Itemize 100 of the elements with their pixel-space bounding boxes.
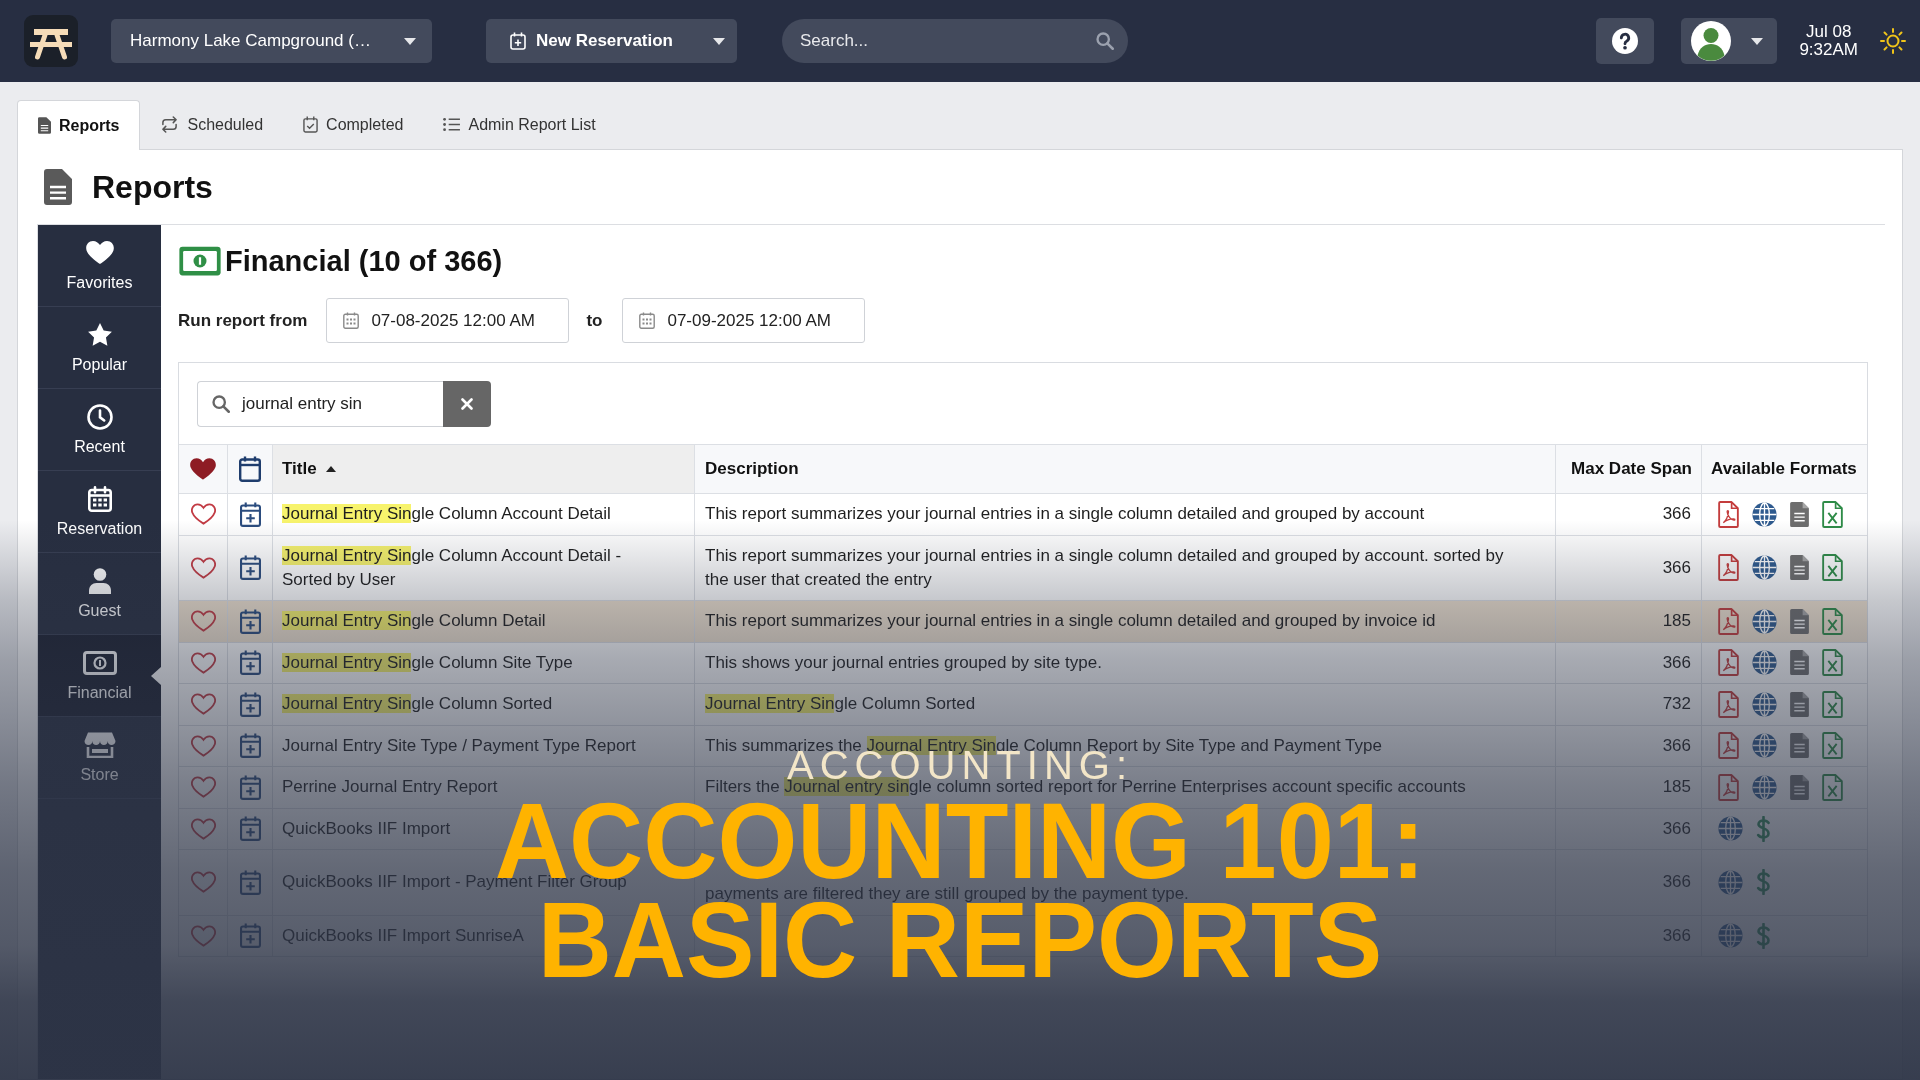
table-cell-text: Perrine Journal Entry Report [282,776,498,799]
pdf-file-icon[interactable] [1718,607,1739,635]
globe-icon[interactable] [1752,501,1777,527]
text-file-icon[interactable] [1790,691,1809,717]
column-header[interactable]: Description [695,445,1556,493]
heart-icon[interactable] [190,556,216,579]
star-icon [86,322,113,347]
sidebar-item[interactable]: Popular [38,307,161,389]
new-reservation-button[interactable]: New Reservation [486,19,737,63]
date-from-field[interactable]: 07-08-2025 12:00 AM [326,298,570,343]
search-icon [212,395,230,413]
banknote-icon [82,650,117,675]
globe-icon[interactable] [1752,650,1777,676]
caret-icon [713,37,725,45]
table-cell-text: 366 [1662,871,1691,894]
document-icon [38,117,51,134]
document-icon [44,169,72,205]
text-file-icon[interactable] [1790,501,1809,527]
tab[interactable]: Reports [17,100,141,150]
dollar-icon[interactable] [1756,869,1771,896]
calendar-plus-icon[interactable] [239,608,261,634]
heart-icon [85,240,114,265]
column-header[interactable]: Title [273,445,695,493]
person-icon [88,567,111,594]
text-file-icon[interactable] [1790,733,1809,759]
help-button[interactable] [1596,18,1655,64]
spreadsheet-file-icon[interactable] [1822,607,1843,635]
spreadsheet-file-icon[interactable] [1822,690,1843,718]
calendar-icon [343,312,360,329]
sort-ascending-icon [325,466,336,472]
table-cell-text: Journal Entry Single Column Detail [282,610,546,633]
spreadsheet-file-icon[interactable] [1822,649,1843,677]
to-label: to [586,309,603,332]
table-cell-text: Journal Entry Single Column Sorted [705,693,976,716]
text-file-icon[interactable] [1790,555,1809,581]
calendar-icon[interactable] [239,456,261,482]
spreadsheet-file-icon[interactable] [1822,554,1843,582]
globe-icon[interactable] [1752,691,1777,717]
date-to-field[interactable]: 07-09-2025 12:00 AM [622,298,866,343]
column-header[interactable]: Max Date Span [1556,445,1702,493]
sidebar-item[interactable]: Recent [38,389,161,471]
globe-icon[interactable] [1752,555,1777,581]
close-icon [461,398,473,410]
list-icon [443,117,461,132]
location-dropdown[interactable]: Harmony Lake Campground (… [111,19,432,63]
table-cell-text: Journal Entry Single Column Site Type [282,651,573,674]
sidebar-item[interactable]: Financial [38,635,161,717]
search-field[interactable]: Search... [782,19,1128,63]
table-cell-text: 185 [1662,610,1691,633]
tab[interactable]: Completed [283,100,424,149]
table-cell-text: Journal Entry Single Column Account Detail [282,503,611,526]
time-text: 9:32AM [1799,41,1858,59]
pdf-file-icon[interactable] [1718,690,1739,718]
heart-icon[interactable] [190,651,216,674]
report-filter-field[interactable]: journal entry sin [197,381,443,427]
spreadsheet-file-icon[interactable] [1822,500,1843,528]
table-cell-text: Journal Entry Single Column Account Detail - Sorted by User [282,544,623,591]
sidebar-item[interactable]: Favorites [38,225,161,307]
headline-overlay: BASIC REPORTS [537,901,1383,979]
table-cell-text: 366 [1662,734,1691,757]
text-file-icon[interactable] [1790,650,1809,676]
category-title: Financial (10 of 366) [225,245,503,277]
globe-icon[interactable] [1752,733,1777,759]
page-title: Reports [92,169,213,205]
sun-icon[interactable] [1880,28,1906,54]
text-file-icon[interactable] [1790,774,1809,800]
dollar-icon[interactable] [1756,815,1771,842]
run-report-label: Run report from [178,309,308,332]
user-menu-button[interactable] [1681,18,1778,64]
spreadsheet-file-icon[interactable] [1822,773,1843,801]
table-cell-text: 366 [1662,817,1691,840]
heart-icon[interactable] [190,458,216,480]
pdf-file-icon[interactable] [1718,773,1739,801]
calendar-plus-icon[interactable] [239,555,261,581]
selection-pointer [151,667,161,685]
calendar-check-icon [303,116,319,133]
heart-icon[interactable] [190,503,216,526]
table-cell-text: This report summarizes your journal entries in a single column detailed and grouped by account. sorted by the user that created the entry [705,544,1505,591]
calendar-plus-icon[interactable] [239,691,261,717]
tab[interactable]: Admin Report List [423,100,616,149]
globe-icon[interactable] [1752,608,1777,634]
calendar-plus-icon[interactable] [239,650,261,676]
calendar-plus-icon[interactable] [239,733,261,759]
table-cell-text: This report summarizes your journal entries in a single column detailed and grouped by account [705,503,1425,526]
column-header[interactable]: Available Formats [1702,445,1867,493]
table-cell-text: 366 [1662,503,1691,526]
sidebar-item[interactable]: Reservation [38,471,161,553]
pdf-file-icon[interactable] [1718,649,1739,677]
picnic-table-logo[interactable] [24,15,78,67]
tab[interactable]: Scheduled [140,100,284,149]
banknote-icon [178,246,222,276]
text-file-icon[interactable] [1790,608,1809,634]
pdf-file-icon[interactable] [1718,500,1739,528]
calendar-icon [639,312,656,329]
calendar-plus-icon[interactable] [239,501,261,527]
pdf-file-icon[interactable] [1718,732,1739,760]
date-text: Jul 08 [1806,23,1852,41]
clear-filter-button[interactable] [443,381,491,427]
pdf-file-icon[interactable] [1718,554,1739,582]
spreadsheet-file-icon[interactable] [1822,732,1843,760]
